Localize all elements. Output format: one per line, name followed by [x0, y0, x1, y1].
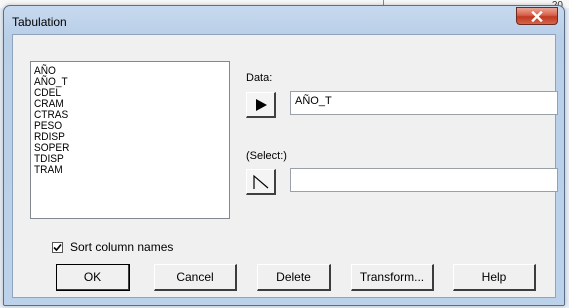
column-listbox[interactable]: AÑO AÑO_T CDEL CRAM CTRAS PESO RDISP SOPER TDISP… [30, 61, 230, 219]
dialog-client-area: AÑO AÑO_T CDEL CRAM CTRAS PESO RDISP SOPER TDISP… [12, 34, 558, 298]
list-item[interactable]: TRAM [34, 165, 213, 176]
data-field[interactable]: AÑO_T [290, 91, 558, 115]
sort-checkbox[interactable] [52, 241, 63, 253]
cancel-button[interactable]: Cancel [154, 264, 237, 291]
sort-checkbox-label: Sort column names [70, 240, 174, 254]
play-arrow-icon [255, 98, 267, 111]
close-button[interactable] [516, 7, 558, 25]
list-item[interactable]: AÑO_T [34, 77, 213, 88]
select-arrow-button[interactable] [246, 169, 276, 195]
delete-button[interactable]: Delete [257, 264, 331, 291]
sort-option[interactable]: Sort column names [52, 240, 173, 254]
select-label: (Select:) [246, 150, 287, 162]
select-triangle-icon [252, 174, 268, 189]
close-icon [531, 10, 543, 22]
title-bar[interactable]: Tabulation [4, 6, 564, 36]
help-button[interactable]: Help [453, 264, 536, 291]
transform-button[interactable]: Transform... [351, 264, 434, 291]
data-label: Data: [246, 72, 273, 84]
window-title: Tabulation [12, 15, 67, 29]
ok-button[interactable]: OK [56, 264, 130, 291]
tabulation-dialog: Tabulation AÑO AÑO_T CDEL CRAM CTRAS PESO RDIS… [3, 5, 565, 306]
select-field[interactable] [290, 168, 558, 192]
data-arrow-button[interactable] [246, 92, 276, 118]
checkmark-icon [53, 243, 62, 251]
